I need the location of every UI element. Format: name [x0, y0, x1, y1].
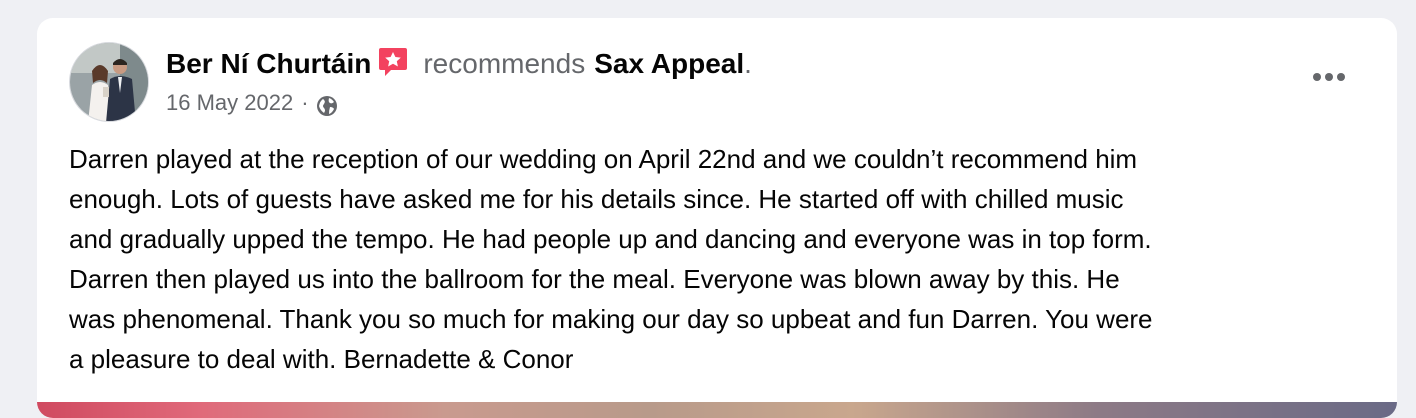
review-post-card: Ber Ní Churtáin recommends Sax Appeal . …	[37, 18, 1397, 418]
recommendation-star-icon	[377, 46, 409, 78]
post-body-text: Darren played at the reception of our we…	[69, 139, 1369, 379]
page-name-link[interactable]: Sax Appeal	[594, 44, 744, 84]
globe-icon[interactable]	[315, 94, 339, 118]
attached-photo-preview[interactable]	[37, 402, 1397, 418]
post-body-line: Darren then played us into the ballroom …	[69, 264, 1120, 294]
post-body-line: a pleasure to deal with. Bernadette & Co…	[69, 344, 574, 374]
post-body-line: was phenomenal. Thank you so much for ma…	[69, 304, 1153, 334]
meta-separator: ·	[301, 90, 309, 115]
post-body-line: Darren played at the reception of our we…	[69, 144, 1138, 174]
header-period: .	[744, 48, 752, 79]
post-header: Ber Ní Churtáin recommends Sax Appeal .	[166, 44, 752, 84]
more-options-icon	[1313, 73, 1345, 81]
post-body-line: and gradually upped the tempo. He had pe…	[69, 224, 1152, 254]
post-date-link[interactable]: 16 May 2022	[166, 90, 293, 116]
avatar-photo	[70, 43, 148, 121]
post-meta: 16 May 2022 ·	[166, 88, 339, 118]
author-name-link[interactable]: Ber Ní Churtáin	[166, 44, 371, 84]
post-body-line: enough. Lots of guests have asked me for…	[69, 184, 1124, 214]
recommends-label: recommends	[423, 48, 586, 79]
more-options-button[interactable]	[1305, 62, 1353, 92]
author-avatar[interactable]	[69, 42, 149, 122]
